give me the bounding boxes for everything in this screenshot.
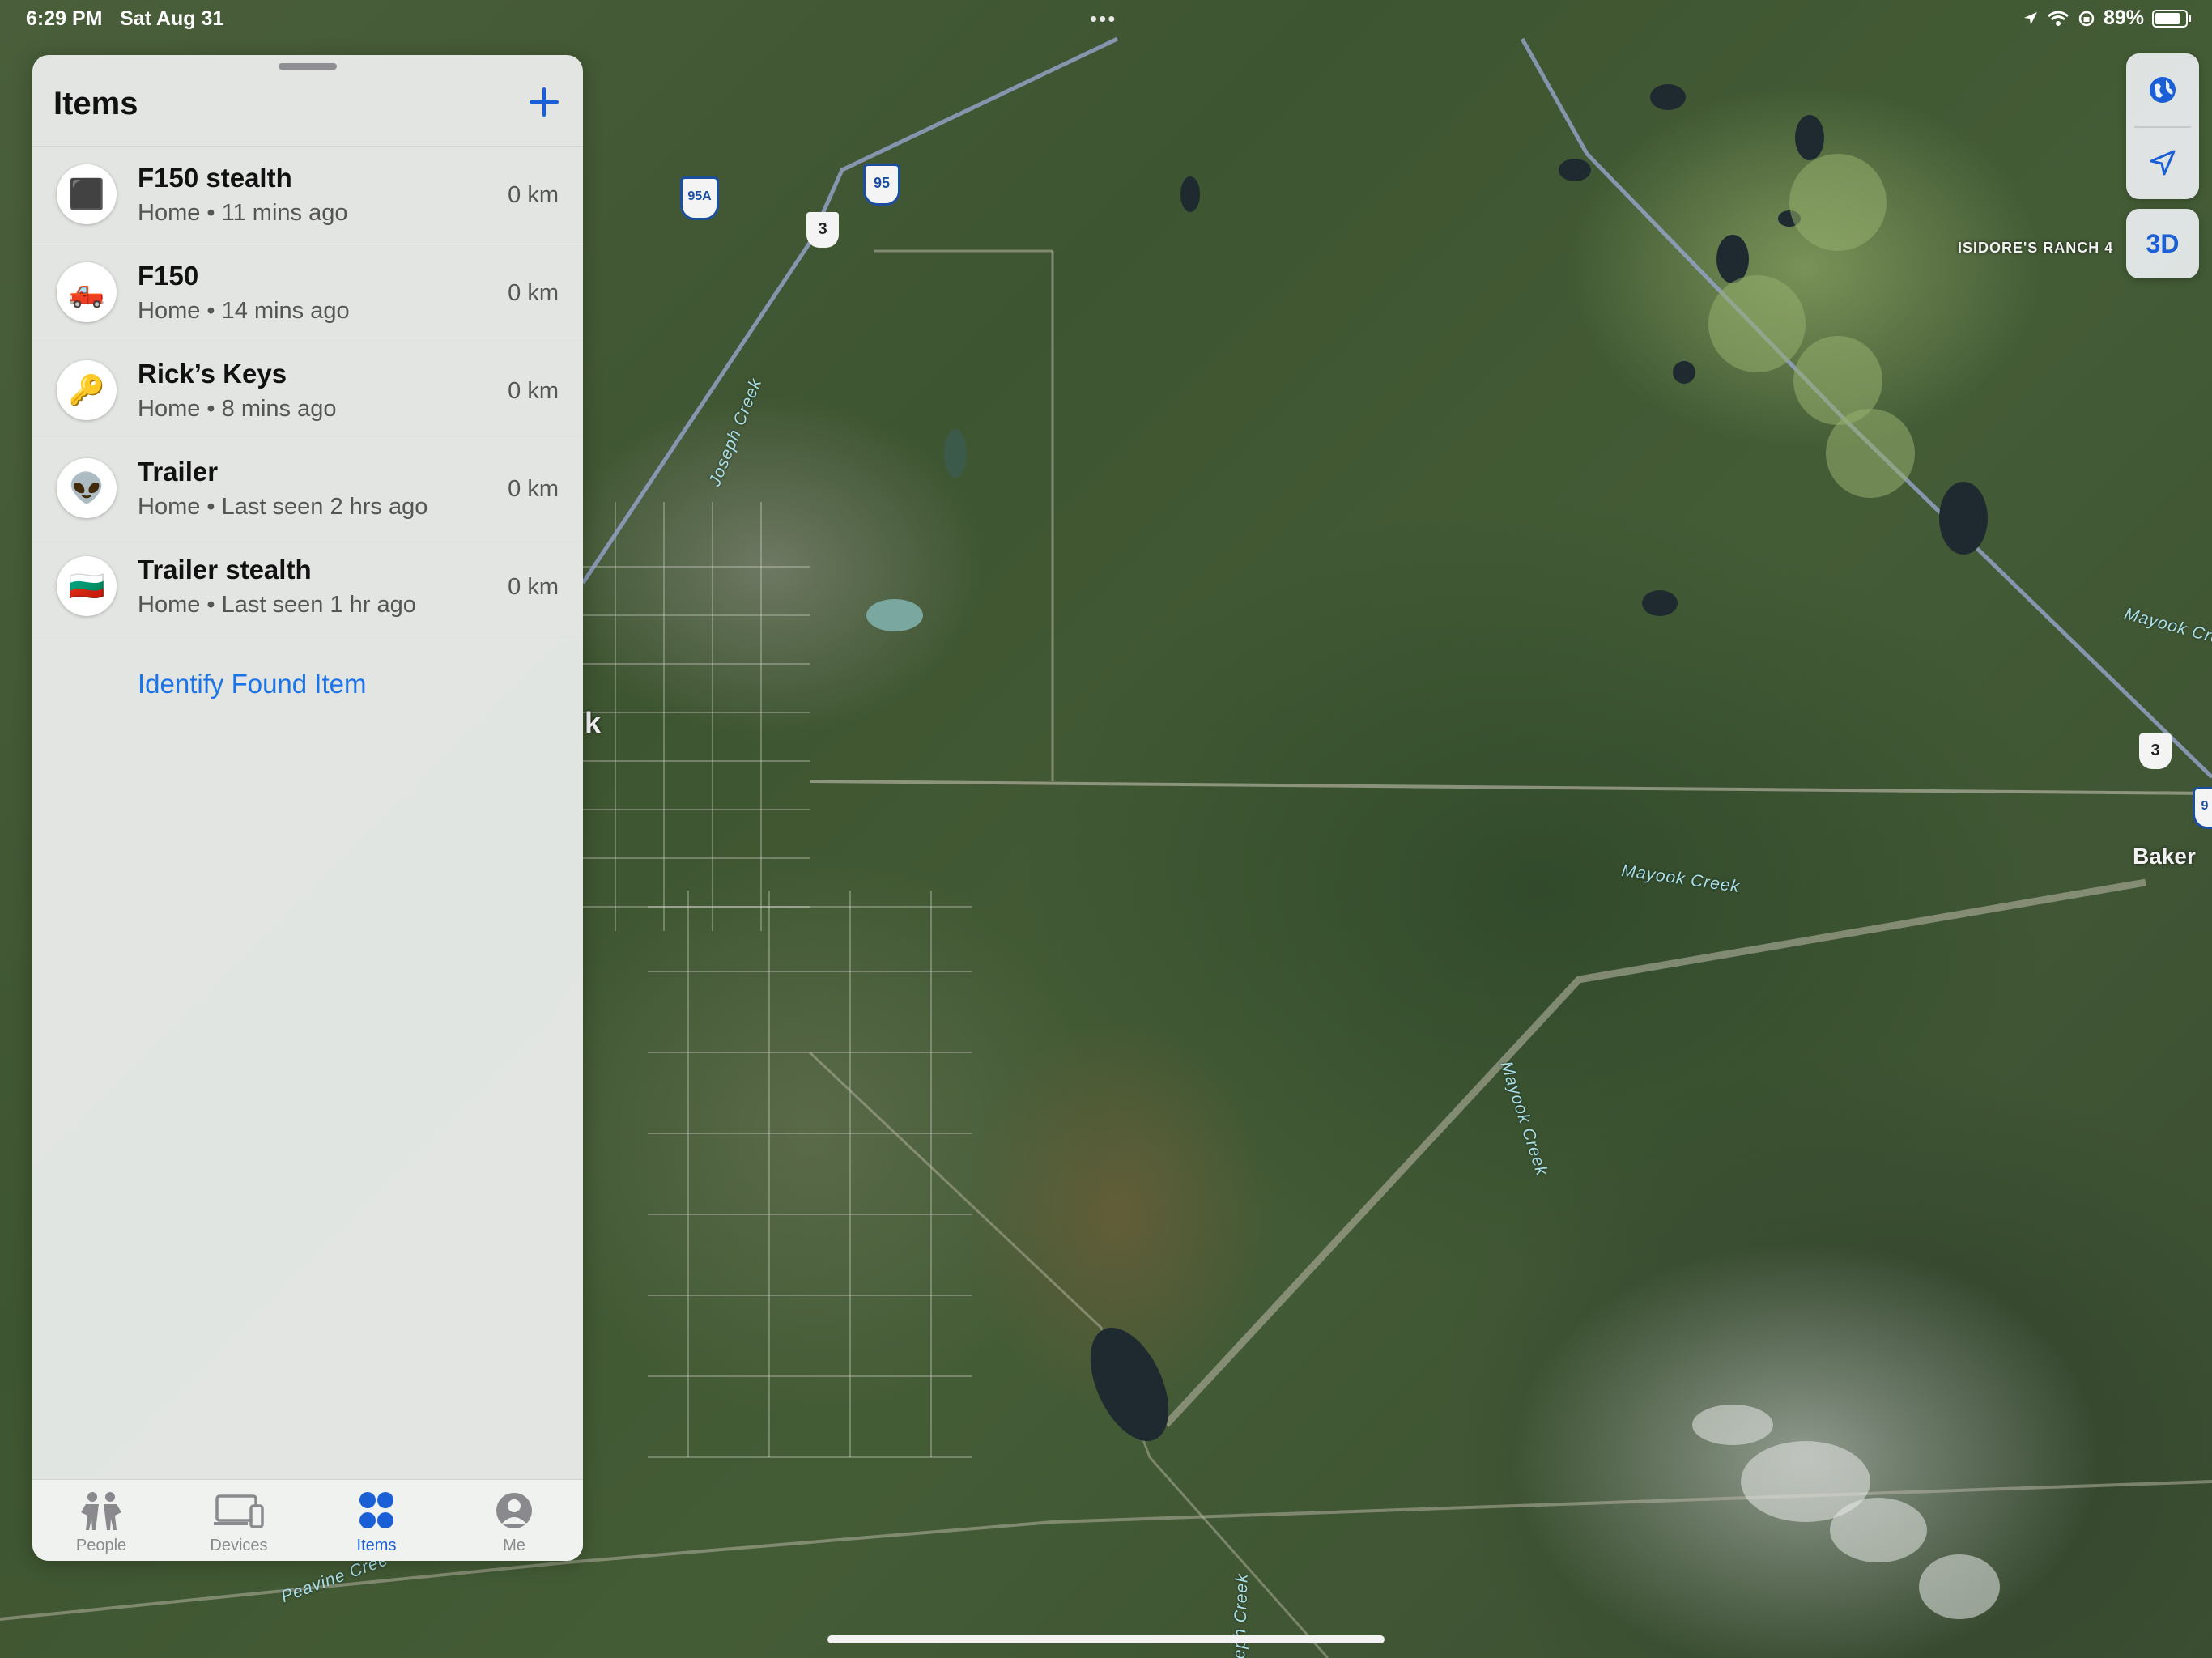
item-avatar: ⬛ [57, 164, 117, 224]
highway-3-shield: 3 [806, 212, 839, 248]
status-time: 6:29 PM [26, 7, 103, 30]
item-status: Home • 8 mins ago [138, 396, 337, 423]
item-name: Rick’s Keys [138, 359, 287, 389]
highway-3-shield-east: 3 [2139, 733, 2172, 769]
view-3d-button[interactable]: 3D [2126, 209, 2199, 278]
highway-95a-shield: 95A [680, 176, 719, 220]
item-emoji: 🔑 [68, 373, 105, 406]
battery-percent: 89% [2103, 6, 2144, 29]
map-controls [2126, 53, 2199, 199]
item-distance: 0 km [508, 476, 559, 502]
tab-label: Devices [210, 1537, 268, 1554]
tab-me[interactable]: Me [445, 1480, 583, 1561]
me-icon [496, 1493, 532, 1528]
status-bar: 6:29 PM Sat Aug 31 ••• 89% [0, 0, 2212, 39]
devices-icon [214, 1494, 264, 1528]
highway-95-shield: 95 [863, 164, 900, 206]
separator: • [206, 494, 215, 520]
orientation-lock-icon [2078, 11, 2095, 26]
item-emoji: ⬛ [68, 177, 105, 210]
item-last-seen: Last seen 1 hr ago [221, 592, 416, 618]
wifi-icon [2047, 11, 2069, 26]
item-status: Home • Last seen 1 hr ago [138, 592, 416, 619]
item-status: Home • 14 mins ago [138, 298, 350, 325]
item-name: Trailer [138, 457, 219, 487]
map-label-partial-town: k [585, 706, 602, 739]
item-avatar: 🔑 [57, 360, 117, 420]
item-location: Home [138, 200, 201, 226]
item-distance: 0 km [508, 182, 559, 208]
item-emoji: 🇧🇬 [68, 569, 105, 602]
separator: • [206, 592, 215, 618]
item-location: Home [138, 298, 201, 324]
item-distance: 0 km [508, 280, 559, 306]
item-last-seen: 11 mins ago [221, 200, 348, 226]
item-avatar: 👽 [57, 458, 117, 518]
tab-label: Me [503, 1537, 525, 1554]
battery-icon [2152, 9, 2191, 28]
item-location: Home [138, 494, 201, 520]
items-list: ⬛ F150 stealth Home • 11 mins ago 0 km 🛻… [32, 146, 583, 636]
map-label-baker: Baker [2133, 844, 2196, 869]
highway-95-shield-east: 9 [2193, 787, 2212, 829]
mountain-snow [1692, 1405, 2000, 1619]
item-name: F150 stealth [138, 163, 292, 193]
location-services-icon [2023, 11, 2037, 25]
items-panel: Items ⬛ F150 stealth Home • 11 mins ago … [32, 55, 583, 1561]
item-status: Home • 11 mins ago [138, 200, 347, 227]
item-avatar: 🇧🇬 [57, 556, 117, 616]
status-date: Sat Aug 31 [120, 7, 224, 30]
item-avatar: 🛻 [57, 262, 117, 322]
separator: • [206, 200, 215, 226]
item-emoji: 👽 [68, 471, 105, 504]
item-row-f150[interactable]: 🛻 F150 Home • 14 mins ago 0 km [32, 244, 583, 342]
tab-items[interactable]: Items [308, 1480, 445, 1561]
town-grid [583, 502, 972, 1458]
item-location: Home [138, 396, 201, 422]
add-item-button[interactable] [525, 84, 564, 130]
home-indicator[interactable] [827, 1635, 1385, 1643]
item-name: F150 [138, 261, 199, 291]
item-status: Home • Last seen 2 hrs ago [138, 494, 428, 521]
item-row-ricks-keys[interactable]: 🔑 Rick’s Keys Home • 8 mins ago 0 km [32, 342, 583, 440]
multitasking-dots-icon[interactable]: ••• [1090, 6, 1117, 32]
tab-people[interactable]: People [32, 1480, 170, 1561]
items-icon [359, 1492, 393, 1528]
battery-level [2155, 12, 2180, 24]
tab-label: People [75, 1537, 127, 1554]
current-location-button[interactable] [2126, 126, 2199, 199]
separator: • [206, 396, 215, 422]
item-last-seen: 8 mins ago [221, 396, 337, 422]
tab-devices[interactable]: Devices [170, 1480, 308, 1561]
item-last-seen: 14 mins ago [221, 298, 350, 324]
separator: • [206, 298, 215, 324]
item-distance: 0 km [508, 378, 559, 404]
identify-found-item-link[interactable]: Identify Found Item [138, 669, 366, 699]
status-indicators: 89% [2023, 6, 2191, 30]
creek-label-bottom: seph Creek [1229, 1572, 1252, 1658]
item-location: Home [138, 592, 201, 618]
item-distance: 0 km [508, 574, 559, 600]
globe-icon [2150, 77, 2176, 103]
page-title: Items [53, 86, 138, 121]
map-fields [1708, 154, 1915, 498]
item-row-trailer[interactable]: 👽 Trailer Home • Last seen 2 hrs ago 0 k… [32, 440, 583, 538]
item-row-trailer-stealth[interactable]: 🇧🇬 Trailer stealth Home • Last seen 1 hr… [32, 538, 583, 636]
map-lakes [866, 84, 1988, 1442]
location-arrow-icon [2150, 150, 2176, 176]
item-last-seen: Last seen 2 hrs ago [221, 494, 428, 520]
map-label-ranch: ISIDORE'S RANCH 4 [1958, 240, 2114, 256]
item-row-f150-stealth[interactable]: ⬛ F150 stealth Home • 11 mins ago 0 km [32, 147, 583, 244]
plus-icon [530, 87, 559, 117]
tab-bar: People Devices Items Me [32, 1479, 583, 1561]
panel-grabber[interactable] [279, 63, 337, 70]
tab-label: Items [356, 1537, 397, 1554]
people-icon [81, 1492, 121, 1530]
item-name: Trailer stealth [138, 555, 312, 585]
map-mode-button[interactable] [2126, 53, 2199, 126]
item-emoji: 🛻 [68, 275, 105, 308]
